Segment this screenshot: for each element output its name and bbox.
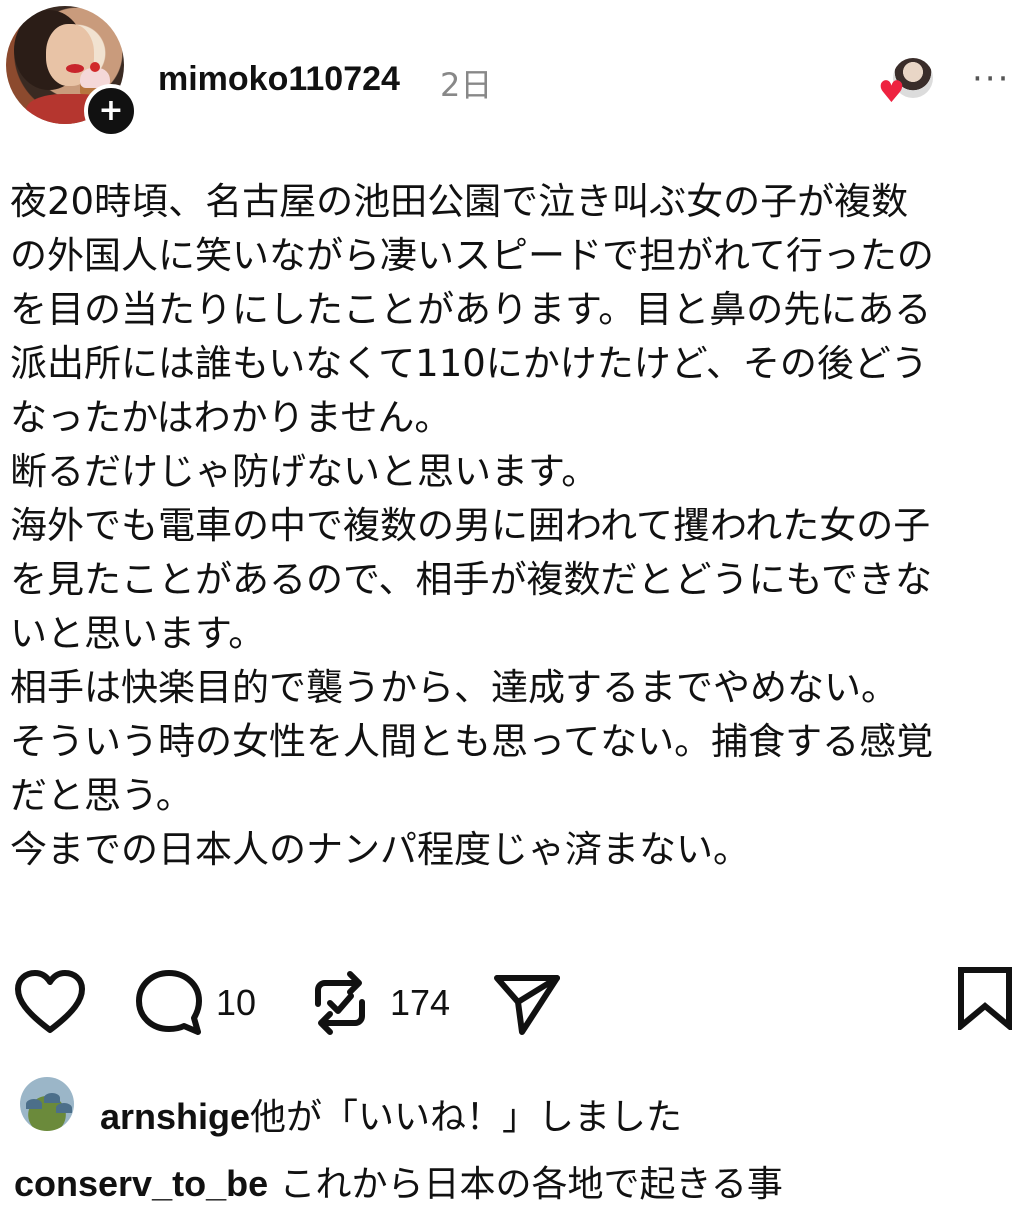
comment-button[interactable]: 10: [134, 968, 256, 1038]
more-icon[interactable]: ···: [972, 62, 1010, 96]
post-page: + mimoko110724 2日 ♥ ··· 夜20時頃、名古屋の池田公園で泣…: [0, 0, 1020, 1208]
liker-username[interactable]: arnshige: [100, 1096, 250, 1137]
author-username[interactable]: mimoko110724: [158, 60, 400, 99]
commenter-username[interactable]: conserv_to_be: [14, 1163, 268, 1204]
likes-text: 他が「いいね！」しました: [250, 1097, 683, 1138]
post-text: 夜20時頃、名古屋の池田公園で泣き叫ぶ女の子が複数 の外国人に笑いながら凄いスピ…: [10, 180, 934, 871]
heart-icon: ♥: [878, 75, 905, 110]
repost-button[interactable]: 174: [308, 968, 450, 1038]
share-icon: [494, 975, 560, 1035]
comment-preview[interactable]: conserv_to_be これから日本の各地で起きる事: [14, 1155, 783, 1207]
like-button[interactable]: [14, 970, 86, 1036]
bookmark-button[interactable]: [956, 966, 1014, 1030]
comment-text: これから日本の各地で起きる事: [268, 1164, 783, 1205]
repost-count: 174: [390, 982, 451, 1023]
like-icon: [15, 970, 85, 1033]
follow-plus-icon[interactable]: +: [84, 84, 138, 138]
comment-icon: [136, 970, 202, 1035]
bookmark-icon: [958, 967, 1012, 1030]
liker-mini-avatar[interactable]: [20, 1077, 74, 1131]
action-bar: 10 174: [0, 960, 1020, 1050]
repost-icon: [315, 971, 365, 1035]
post-time: 2日: [440, 66, 493, 104]
comment-count: 10: [216, 982, 257, 1023]
share-button[interactable]: [492, 968, 562, 1038]
likes-summary[interactable]: arnshige他が「いいね！」しました: [100, 1088, 682, 1140]
